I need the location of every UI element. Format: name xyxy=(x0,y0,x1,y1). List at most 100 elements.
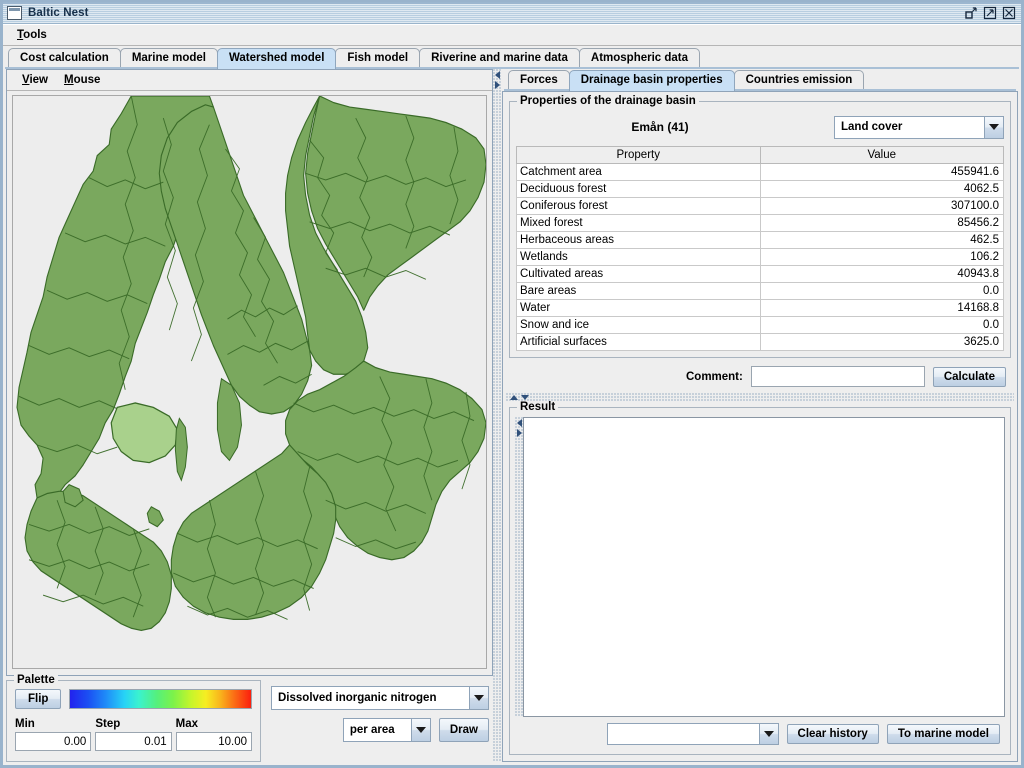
window-controls xyxy=(964,6,1019,20)
cell-value: 40943.8 xyxy=(759,265,1004,283)
table-row[interactable]: Catchment area 455941.6 xyxy=(516,163,1004,181)
cell-property: Herbaceous areas xyxy=(516,231,761,249)
result-text-area[interactable] xyxy=(523,417,1005,717)
cell-property: Snow and ice xyxy=(516,316,761,334)
category-select[interactable]: Land cover xyxy=(834,115,1004,139)
table-row[interactable]: Cultivated areas 40943.8 xyxy=(516,265,1004,283)
cell-property: Mixed forest xyxy=(516,214,761,232)
rainbow-color-ramp[interactable] xyxy=(69,689,252,709)
table-row[interactable]: Bare areas 0.0 xyxy=(516,282,1004,300)
history-select[interactable] xyxy=(606,723,779,745)
result-group-title: Result xyxy=(517,401,559,413)
properties-header-row: Emån (41) Land cover xyxy=(516,114,1004,140)
category-select-value: Land cover xyxy=(841,121,903,133)
draw-button[interactable]: Draw xyxy=(438,718,489,742)
tab-atmospheric-data[interactable]: Atmospheric data xyxy=(578,48,701,69)
chevron-down-icon xyxy=(984,116,1003,138)
to-marine-model-button[interactable]: To marine model xyxy=(886,724,1000,744)
column-header-property[interactable]: Property xyxy=(516,146,761,164)
palette-group-title: Palette xyxy=(14,674,58,686)
table-row[interactable]: Snow and ice 0.0 xyxy=(516,316,1004,334)
menu-item-tools[interactable]: Tools xyxy=(11,27,53,43)
variable-select[interactable]: Dissolved inorganic nitrogen xyxy=(271,686,489,710)
cell-property: Deciduous forest xyxy=(516,180,761,198)
tab-countries-emission[interactable]: Countries emission xyxy=(733,70,865,91)
collapse-right-icon[interactable] xyxy=(495,81,500,89)
menu-item-mouse[interactable]: Mouse xyxy=(57,72,107,88)
tab-cost-calculation[interactable]: Cost calculation xyxy=(8,48,121,69)
tab-marine-model[interactable]: Marine model xyxy=(119,48,218,69)
table-row[interactable]: Deciduous forest 4062.5 xyxy=(516,180,1004,198)
max-label: Max xyxy=(175,718,199,730)
result-footer: Clear history To marine model xyxy=(515,717,1005,749)
cell-value: 0.0 xyxy=(759,316,1004,334)
map-menu-bar: View Mouse xyxy=(7,70,492,91)
maximize-button[interactable] xyxy=(983,6,997,20)
history-select-value xyxy=(608,724,759,744)
cell-value: 0.0 xyxy=(759,282,1004,300)
unit-mode-select-value: per area xyxy=(349,724,395,736)
chevron-down-icon xyxy=(410,719,430,741)
cell-property: Wetlands xyxy=(516,248,761,266)
palette-group: Palette Flip Min Step Max 0.00 0.01 10.0… xyxy=(6,674,261,762)
comment-input[interactable] xyxy=(750,366,925,387)
table-row[interactable]: Water 14168.8 xyxy=(516,299,1004,317)
column-header-value[interactable]: Value xyxy=(759,146,1004,164)
tab-forces[interactable]: Forces xyxy=(508,70,570,91)
step-input[interactable]: 0.01 xyxy=(95,732,172,751)
baltic-drainage-basin-map[interactable] xyxy=(12,95,487,669)
result-split-divider[interactable] xyxy=(515,417,523,717)
table-row[interactable]: Herbaceous areas 462.5 xyxy=(516,231,1004,249)
tab-riverine-and-marine-data[interactable]: Riverine and marine data xyxy=(419,48,580,69)
cell-value: 14168.8 xyxy=(759,299,1004,317)
menu-item-view[interactable]: View xyxy=(15,72,55,88)
restore-button[interactable] xyxy=(964,6,978,20)
close-button[interactable] xyxy=(1002,6,1016,20)
split-divider-arrows xyxy=(495,71,500,89)
max-input[interactable]: 10.00 xyxy=(175,732,252,751)
properties-group-title: Properties of the drainage basin xyxy=(517,95,699,107)
collapse-up-icon[interactable] xyxy=(510,395,518,400)
cell-property: Bare areas xyxy=(516,282,761,300)
collapse-left-icon[interactable] xyxy=(516,419,522,427)
tab-fish-model[interactable]: Fish model xyxy=(335,48,421,69)
collapse-right-icon[interactable] xyxy=(516,429,522,437)
chevron-down-icon xyxy=(469,687,488,709)
tab-watershed-model[interactable]: Watershed model xyxy=(216,48,337,69)
draw-row: per area Draw xyxy=(271,718,489,742)
left-pane: View Mouse Palette Flip Min Step Max 0.0… xyxy=(6,69,493,762)
cell-property: Cultivated areas xyxy=(516,265,761,283)
palette-field-labels: Min Step Max xyxy=(15,718,252,730)
min-input[interactable]: 0.00 xyxy=(15,732,92,751)
result-group: Result Clear history To marine model xyxy=(509,401,1011,755)
basin-name-label: Emån (41) xyxy=(631,120,689,134)
cell-value: 307100.0 xyxy=(759,197,1004,215)
cell-property: Catchment area xyxy=(516,163,761,181)
collapse-down-icon[interactable] xyxy=(521,395,529,400)
map-controls-row: Palette Flip Min Step Max 0.00 0.01 10.0… xyxy=(6,674,493,762)
vertical-split-divider[interactable] xyxy=(506,393,1014,402)
title-bar: Baltic Nest xyxy=(3,2,1021,24)
cell-value: 462.5 xyxy=(759,231,1004,249)
comment-label: Comment: xyxy=(685,370,743,383)
window-title: Baltic Nest xyxy=(28,6,89,19)
table-row[interactable]: Wetlands 106.2 xyxy=(516,248,1004,266)
flip-button[interactable]: Flip xyxy=(15,689,62,709)
window-app-icon xyxy=(7,5,22,20)
clear-history-button[interactable]: Clear history xyxy=(786,724,879,744)
unit-mode-select[interactable]: per area xyxy=(342,718,431,742)
drainage-basin-properties-panel: Properties of the drainage basin Emån (4… xyxy=(502,91,1018,762)
table-row[interactable]: Mixed forest 85456.2 xyxy=(516,214,1004,232)
cell-value: 4062.5 xyxy=(759,180,1004,198)
variable-select-value: Dissolved inorganic nitrogen xyxy=(278,692,437,704)
palette-top-row: Flip xyxy=(15,689,252,709)
horizontal-split-divider[interactable] xyxy=(493,69,502,762)
cell-property: Artificial surfaces xyxy=(516,333,761,351)
collapse-left-icon[interactable] xyxy=(495,71,500,79)
calculate-button[interactable]: Calculate xyxy=(932,366,1006,387)
table-row[interactable]: Coniferous forest 307100.0 xyxy=(516,197,1004,215)
application-window: Baltic Nest Tools Cost calculation Marin… xyxy=(0,0,1024,768)
map-panel: View Mouse xyxy=(6,69,493,676)
table-row[interactable]: Artificial surfaces 3625.0 xyxy=(516,333,1004,351)
tab-drainage-basin-properties[interactable]: Drainage basin properties xyxy=(568,70,735,91)
